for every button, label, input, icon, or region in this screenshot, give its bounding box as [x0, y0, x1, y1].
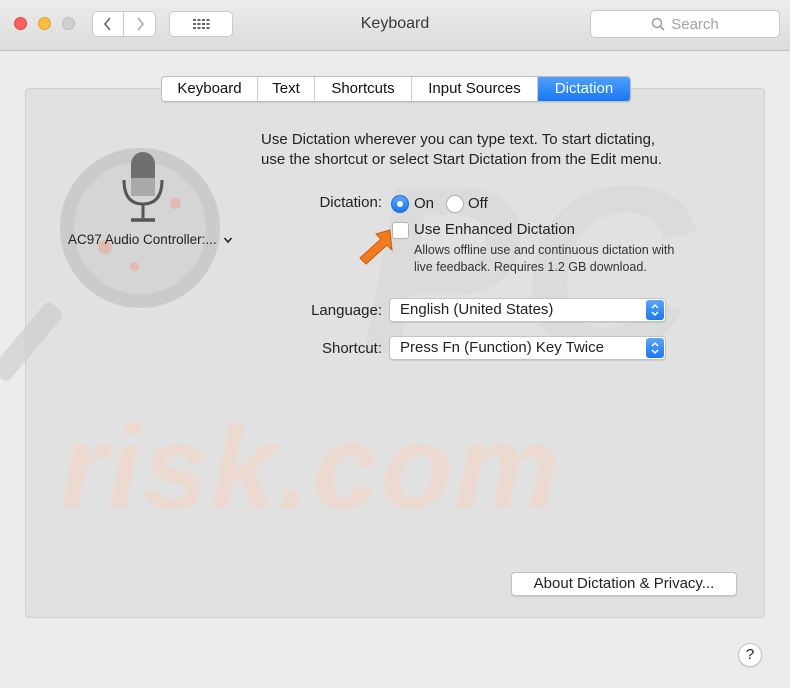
shortcut-value: Press Fn (Function) Key Twice: [400, 339, 604, 356]
tab-input-sources[interactable]: Input Sources: [412, 77, 538, 101]
language-value: English (United States): [400, 301, 554, 318]
watermark-dot: [170, 198, 181, 209]
microphone-source-label: AC97 Audio Controller:...: [68, 232, 217, 247]
search-icon: [652, 17, 665, 31]
dictation-description: Use Dictation wherever you can type text…: [261, 130, 731, 170]
chevron-down-icon: [223, 236, 232, 243]
microphone-icon: [122, 152, 164, 222]
enhanced-help-line-1: Allows offline use and continuous dictat…: [414, 243, 675, 257]
tab-bar: Keyboard Text Shortcuts Input Sources Di…: [161, 76, 631, 102]
enhanced-dictation-label[interactable]: Use Enhanced Dictation: [414, 221, 575, 238]
description-line-1: Use Dictation wherever you can type text…: [261, 131, 656, 148]
description-line-2: use the shortcut or select Start Dictati…: [261, 151, 663, 168]
tab-keyboard[interactable]: Keyboard: [162, 77, 258, 101]
language-popup[interactable]: English (United States): [389, 298, 666, 322]
search-placeholder: Search: [671, 15, 719, 33]
dictation-off-label[interactable]: Off: [468, 195, 488, 212]
about-dictation-privacy-button[interactable]: About Dictation & Privacy...: [511, 572, 737, 596]
watermark-text: risk.com: [60, 402, 562, 534]
dictation-on-radio[interactable]: [391, 195, 409, 213]
help-button[interactable]: ?: [738, 643, 762, 667]
tab-dictation[interactable]: Dictation: [538, 77, 630, 101]
title-bar: Keyboard Search: [0, 0, 790, 51]
shortcut-popup[interactable]: Press Fn (Function) Key Twice: [389, 336, 666, 360]
dictation-on-label[interactable]: On: [414, 195, 434, 212]
language-label: Language:: [311, 302, 382, 319]
enhanced-dictation-help: Allows offline use and continuous dictat…: [414, 242, 734, 276]
microphone-source-popup[interactable]: AC97 Audio Controller:...: [68, 232, 233, 247]
dictation-off-radio[interactable]: [446, 195, 464, 213]
tab-text[interactable]: Text: [258, 77, 315, 101]
dictation-label: Dictation:: [319, 194, 382, 211]
annotation-arrow-icon: [359, 229, 393, 265]
watermark-dot: [130, 262, 139, 271]
tab-shortcuts[interactable]: Shortcuts: [315, 77, 412, 101]
enhanced-help-line-2: live feedback. Requires 1.2 GB download.: [414, 260, 647, 274]
search-field[interactable]: Search: [590, 10, 780, 38]
updown-arrows-icon: [646, 300, 664, 320]
updown-arrows-icon: [646, 338, 664, 358]
shortcut-label: Shortcut:: [321, 340, 382, 357]
